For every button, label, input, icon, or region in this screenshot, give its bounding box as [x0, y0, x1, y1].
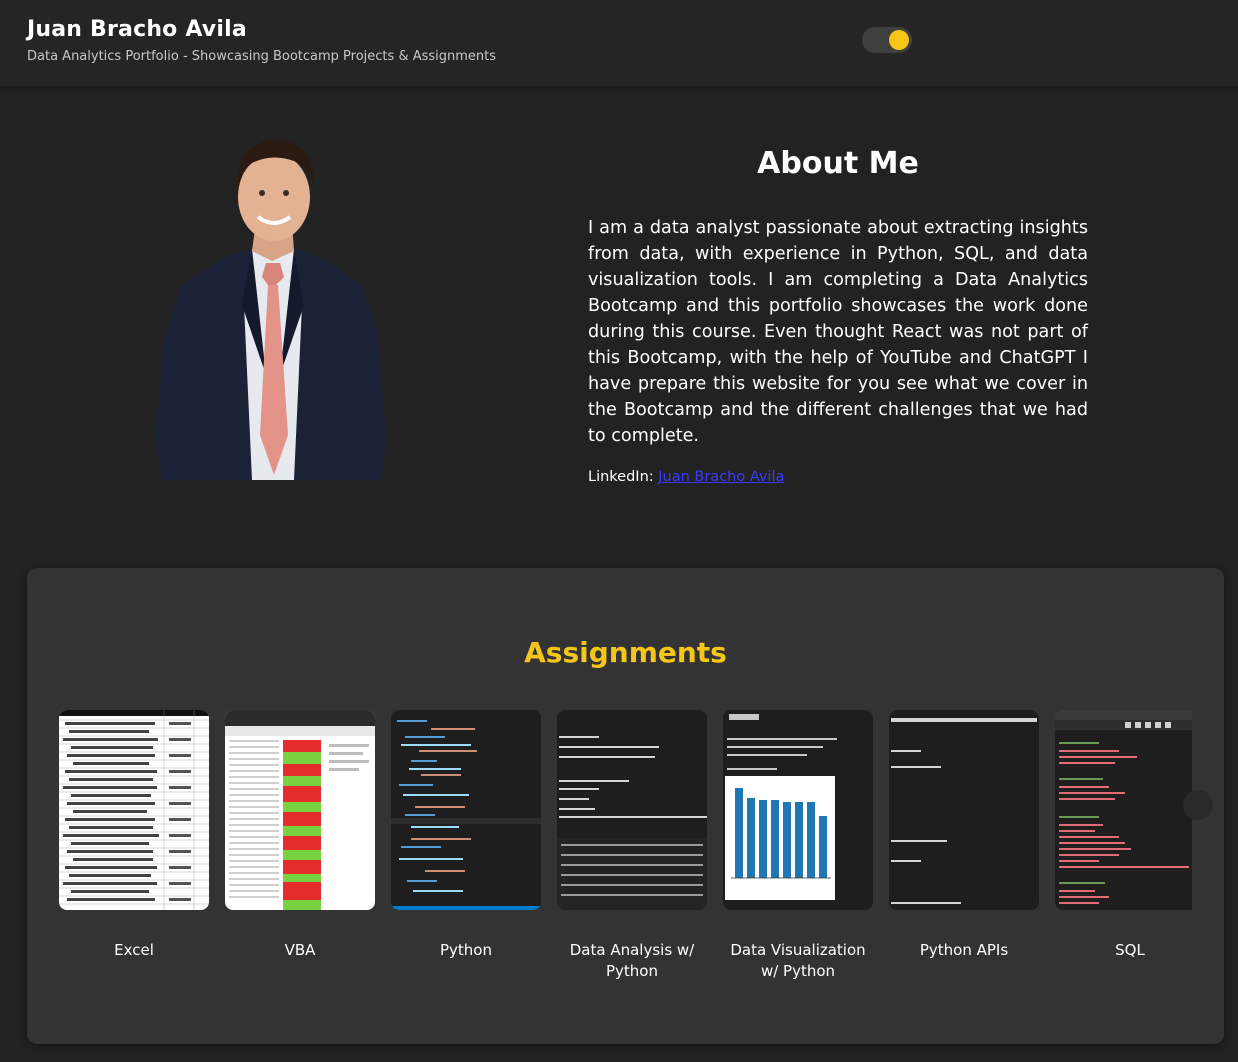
theme-toggle[interactable]: [862, 27, 912, 53]
assignment-card-python[interactable]: Python: [391, 710, 541, 961]
assignments-carousel: Excel VBA Python Data Analysis w/ Python…: [59, 710, 1192, 990]
card-label: SQL: [1115, 941, 1145, 959]
linkedin-row: LinkedIn: Juan Bracho Avila: [588, 469, 784, 485]
about-text: I am a data analyst passionate about ext…: [588, 218, 1088, 446]
python-apis-thumbnail[interactable]: [889, 710, 1039, 910]
data-analysis-thumbnail[interactable]: [557, 710, 707, 910]
assignment-card-sql[interactable]: SQL: [1055, 710, 1192, 961]
about-title: About Me: [757, 146, 919, 181]
site-header: Juan Bracho Avila Data Analytics Portfol…: [0, 0, 1238, 86]
assignment-card-python-apis[interactable]: Python APIs: [889, 710, 1039, 961]
site-title: Juan Bracho Avila: [27, 17, 247, 42]
vba-thumbnail[interactable]: [225, 710, 375, 910]
excel-thumbnail[interactable]: [59, 710, 209, 910]
python-thumbnail[interactable]: [391, 710, 541, 910]
carousel-next-button[interactable]: [1183, 790, 1213, 820]
card-label: Data Visualization w/ Python: [730, 941, 866, 980]
assignments-title: Assignments: [524, 636, 727, 669]
toggle-knob: [889, 30, 909, 50]
linkedin-link[interactable]: Juan Bracho Avila: [658, 469, 784, 485]
card-label: Excel: [114, 941, 154, 959]
linkedin-label: LinkedIn:: [588, 469, 654, 485]
assignments-section: Assignments Excel VBA Python Data Analys…: [27, 568, 1224, 1044]
card-label: VBA: [284, 941, 316, 959]
assignment-card-data-analysis[interactable]: Data Analysis w/ Python: [557, 710, 707, 982]
data-visualization-thumbnail[interactable]: [723, 710, 873, 910]
card-label: Data Analysis w/ Python: [569, 941, 695, 980]
site-subtitle: Data Analytics Portfolio - Showcasing Bo…: [27, 49, 497, 64]
profile-photo: [156, 139, 386, 480]
sql-thumbnail[interactable]: [1055, 710, 1192, 910]
assignment-card-excel[interactable]: Excel: [59, 710, 209, 961]
assignment-card-vba[interactable]: VBA: [225, 710, 375, 961]
card-label: Python APIs: [919, 941, 1009, 959]
card-label: Python: [440, 941, 492, 959]
assignment-card-data-visualization[interactable]: Data Visualization w/ Python: [723, 710, 873, 982]
